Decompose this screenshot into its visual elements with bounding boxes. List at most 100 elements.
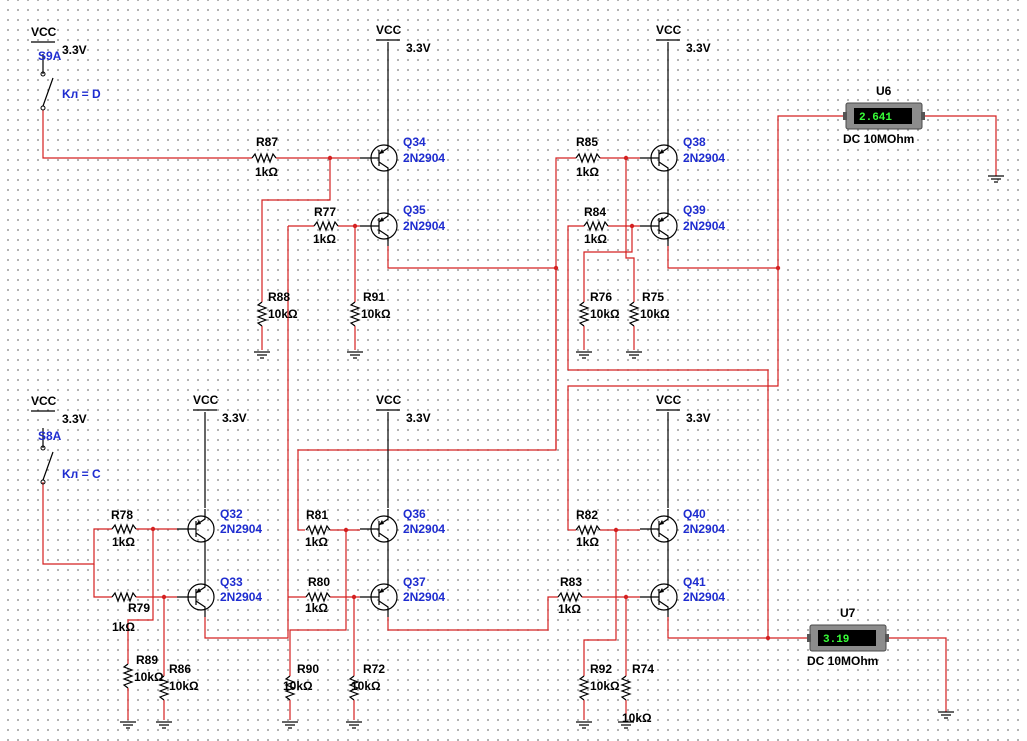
junction-dot bbox=[623, 155, 629, 161]
resistor-value: 1kΩ bbox=[576, 535, 599, 549]
junction-dot bbox=[351, 594, 357, 600]
vcc-label: VCC bbox=[376, 393, 402, 407]
vcc-voltage: 3.3V bbox=[62, 43, 87, 57]
transistor-ref: Q35 bbox=[403, 203, 426, 217]
wire bbox=[667, 246, 778, 269]
vcc-voltage: 3.3V bbox=[406, 411, 431, 425]
wire bbox=[297, 268, 557, 530]
pnp-transistor[interactable] bbox=[640, 138, 678, 178]
resistor-ref: R88 bbox=[268, 290, 290, 304]
resistor-ref: R77 bbox=[314, 205, 336, 219]
wire bbox=[567, 225, 584, 370]
resistor[interactable] bbox=[575, 152, 601, 164]
vcc-label: VCC bbox=[193, 393, 219, 407]
pnp-transistor[interactable] bbox=[177, 577, 215, 617]
resistor-ref: R81 bbox=[306, 508, 328, 522]
pnp-transistor[interactable] bbox=[360, 206, 398, 246]
vcc-label: VCC bbox=[31, 394, 57, 408]
pnp-transistor[interactable] bbox=[360, 509, 398, 549]
voltmeter[interactable]: 3.19 bbox=[807, 624, 889, 652]
resistor-value: 10kΩ bbox=[169, 679, 199, 693]
resistor-value: 10kΩ bbox=[283, 679, 313, 693]
wire bbox=[583, 530, 617, 676]
resistor-ref: R91 bbox=[363, 290, 385, 304]
resistor[interactable] bbox=[628, 301, 640, 327]
resistor-body bbox=[620, 675, 632, 701]
resistor[interactable] bbox=[349, 301, 361, 327]
ground-symbol bbox=[346, 721, 362, 729]
emitter-arrow bbox=[379, 520, 384, 525]
resistor-body bbox=[251, 152, 277, 164]
emitter-arrow bbox=[659, 149, 664, 154]
pnp-transistor[interactable] bbox=[360, 577, 398, 617]
voltmeter[interactable]: 2.641 bbox=[843, 102, 925, 130]
resistor[interactable] bbox=[583, 220, 609, 232]
vcc-voltage: 3.3V bbox=[686, 411, 711, 425]
ground-symbol bbox=[282, 721, 298, 729]
resistor-value: 1kΩ bbox=[112, 535, 135, 549]
resistor[interactable] bbox=[575, 524, 601, 536]
resistor-ref: R78 bbox=[111, 508, 133, 522]
ground-symbol bbox=[254, 351, 270, 359]
resistor-value: 1kΩ bbox=[584, 232, 607, 246]
pnp-transistor[interactable] bbox=[640, 509, 678, 549]
resistor[interactable] bbox=[251, 152, 277, 164]
pnp-transistor[interactable] bbox=[177, 509, 215, 549]
transistor-ref: Q38 bbox=[683, 135, 706, 149]
resistor-value: 1kΩ bbox=[313, 232, 336, 246]
resistor[interactable] bbox=[578, 301, 590, 327]
resistor[interactable] bbox=[256, 301, 268, 327]
resistor[interactable] bbox=[557, 591, 583, 603]
resistor[interactable] bbox=[620, 675, 632, 701]
junction-dot bbox=[775, 265, 781, 271]
resistor-body bbox=[578, 675, 590, 701]
vcc-label: VCC bbox=[656, 23, 682, 37]
switch-ref: S8A bbox=[38, 429, 62, 443]
transistor-part: 2N2904 bbox=[403, 219, 445, 233]
transistor-part: 2N2904 bbox=[683, 522, 725, 536]
voltmeter-terminal bbox=[885, 634, 889, 642]
vcc-voltage: 3.3V bbox=[406, 41, 431, 55]
junction-dot bbox=[613, 527, 619, 533]
resistor[interactable] bbox=[313, 220, 339, 232]
resistor[interactable] bbox=[111, 591, 137, 603]
junction-dot bbox=[553, 265, 559, 271]
vcc-label: VCC bbox=[656, 393, 682, 407]
emitter-arrow bbox=[196, 520, 201, 525]
vcc-label: VCC bbox=[31, 25, 57, 39]
resistor[interactable] bbox=[305, 524, 331, 536]
meter-ref: U6 bbox=[876, 84, 892, 98]
transistor-part: 2N2904 bbox=[403, 522, 445, 536]
junction-dot bbox=[623, 594, 629, 600]
resistor-ref: R89 bbox=[136, 653, 158, 667]
transistor-ref: Q37 bbox=[403, 575, 426, 589]
meter-mode: DC 10MOhm bbox=[807, 654, 878, 668]
ground-symbol bbox=[120, 721, 136, 729]
ground-symbol bbox=[626, 351, 642, 359]
resistor[interactable] bbox=[111, 523, 137, 535]
meter-ref: U7 bbox=[840, 606, 856, 620]
resistor-ref: R90 bbox=[297, 662, 319, 676]
voltmeter-reading: 2.641 bbox=[859, 112, 892, 124]
resistor-value: 10kΩ bbox=[268, 307, 298, 321]
pnp-transistor[interactable] bbox=[640, 577, 678, 617]
resistor-ref: R76 bbox=[590, 290, 612, 304]
pnp-transistor[interactable] bbox=[360, 138, 398, 178]
resistor[interactable] bbox=[122, 663, 134, 689]
resistor-body bbox=[628, 301, 640, 327]
transistor-ref: Q32 bbox=[220, 507, 243, 521]
pnp-transistor[interactable] bbox=[640, 206, 678, 246]
resistor-value: 10kΩ bbox=[351, 679, 381, 693]
resistor-ref: R82 bbox=[576, 508, 598, 522]
transistor-part: 2N2904 bbox=[683, 219, 725, 233]
wire bbox=[42, 482, 112, 565]
resistor-value: 1kΩ bbox=[576, 165, 599, 179]
emitter-arrow bbox=[659, 520, 664, 525]
resistor-ref: R84 bbox=[584, 205, 606, 219]
resistor-value: 10kΩ bbox=[361, 307, 391, 321]
resistor-value: 1kΩ bbox=[558, 602, 581, 616]
wire bbox=[42, 110, 252, 159]
resistor[interactable] bbox=[305, 591, 331, 603]
resistor[interactable] bbox=[578, 675, 590, 701]
switch-key: Kл = C bbox=[62, 467, 101, 481]
